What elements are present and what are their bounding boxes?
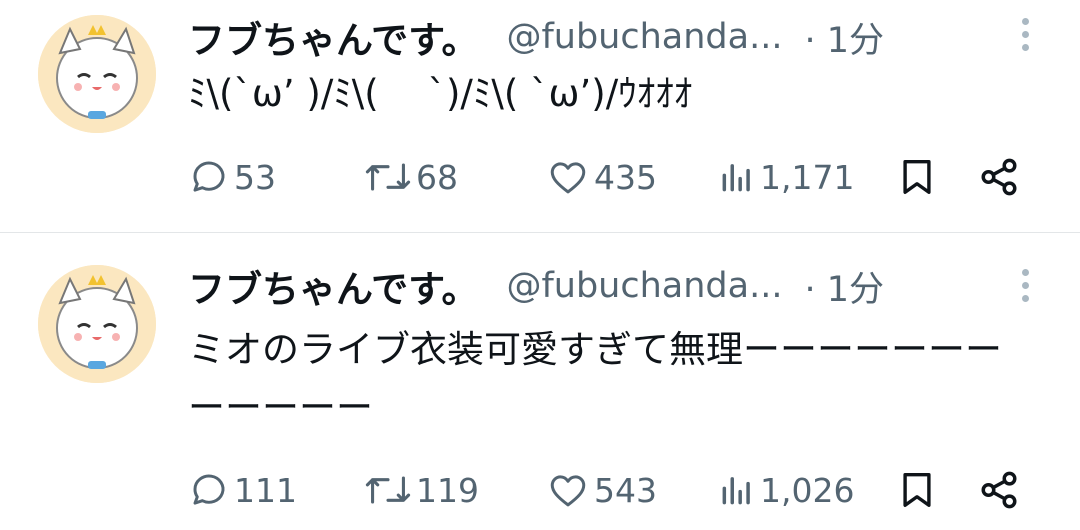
display-name[interactable]: フブちゃんです。 <box>188 10 478 64</box>
display-name[interactable]: フブちゃんです。 <box>188 259 478 313</box>
view-count: 1,171 <box>760 157 855 197</box>
bookmark-button[interactable] <box>900 152 934 202</box>
view-count: 1,026 <box>760 470 855 510</box>
share-icon <box>981 158 1017 196</box>
avatar-image <box>38 265 156 383</box>
user-handle[interactable]: @fubuchanda... <box>506 266 782 306</box>
retweet-count: 119 <box>416 470 479 510</box>
tweet-header: フブちゃんです。 @fubuchanda... · 1分 <box>188 12 884 62</box>
tweet-text: ﾐ\(`ω’ )/ﾐ\( `)/ﾐ\( `ω’)/ｳｵｵｵ <box>188 72 693 115</box>
bookmark-icon <box>903 473 931 507</box>
reply-button[interactable]: 111 <box>188 465 297 515</box>
heart-icon <box>550 475 586 507</box>
retweet-icon <box>365 476 411 504</box>
avatar[interactable] <box>38 265 156 383</box>
speech-bubble-icon <box>193 474 225 505</box>
action-bar: 111 119 543 1,026 <box>188 465 1048 515</box>
retweet-button[interactable]: 119 <box>364 465 479 515</box>
heart-icon <box>550 162 586 194</box>
reply-button[interactable]: 53 <box>188 152 276 202</box>
bookmark-icon <box>903 160 931 194</box>
reply-count: 111 <box>234 470 297 510</box>
action-bar: 53 68 435 1,171 <box>188 152 1048 202</box>
tweet-text: ミオのライブ衣装可愛すぎて無理ーーーーーーーーーーーー <box>188 328 1002 429</box>
views-button[interactable]: 1,171 <box>718 152 854 202</box>
like-count: 543 <box>594 470 657 510</box>
like-button[interactable]: 543 <box>546 465 657 515</box>
speech-bubble-icon <box>193 161 225 192</box>
tweet-header: フブちゃんです。 @fubuchanda... · 1分 <box>188 261 884 311</box>
timestamp[interactable]: · 1分 <box>804 261 884 312</box>
views-button[interactable]: 1,026 <box>718 465 854 515</box>
bar-chart-icon <box>722 477 750 505</box>
like-button[interactable]: 435 <box>546 152 657 202</box>
more-options-icon[interactable] <box>1018 18 1032 62</box>
avatar-image <box>38 15 156 133</box>
more-options-icon[interactable] <box>1018 269 1032 313</box>
share-icon <box>981 471 1017 509</box>
tweet[interactable]: フブちゃんです。 @fubuchanda... · 1分 ミオのライブ衣装可愛す… <box>0 233 1080 510</box>
share-button[interactable] <box>978 152 1020 202</box>
retweet-count: 68 <box>416 157 458 197</box>
like-count: 435 <box>594 157 657 197</box>
bar-chart-icon <box>722 164 750 192</box>
share-button[interactable] <box>978 465 1020 515</box>
retweet-icon <box>365 163 411 191</box>
bookmark-button[interactable] <box>900 465 934 515</box>
retweet-button[interactable]: 68 <box>364 152 458 202</box>
user-handle[interactable]: @fubuchanda... <box>506 17 782 57</box>
timestamp[interactable]: · 1分 <box>804 12 884 63</box>
reply-count: 53 <box>234 157 276 197</box>
tweet[interactable]: フブちゃんです。 @fubuchanda... · 1分 ﾐ\(`ω’ )/ﾐ\… <box>0 0 1080 232</box>
avatar[interactable] <box>38 15 156 133</box>
